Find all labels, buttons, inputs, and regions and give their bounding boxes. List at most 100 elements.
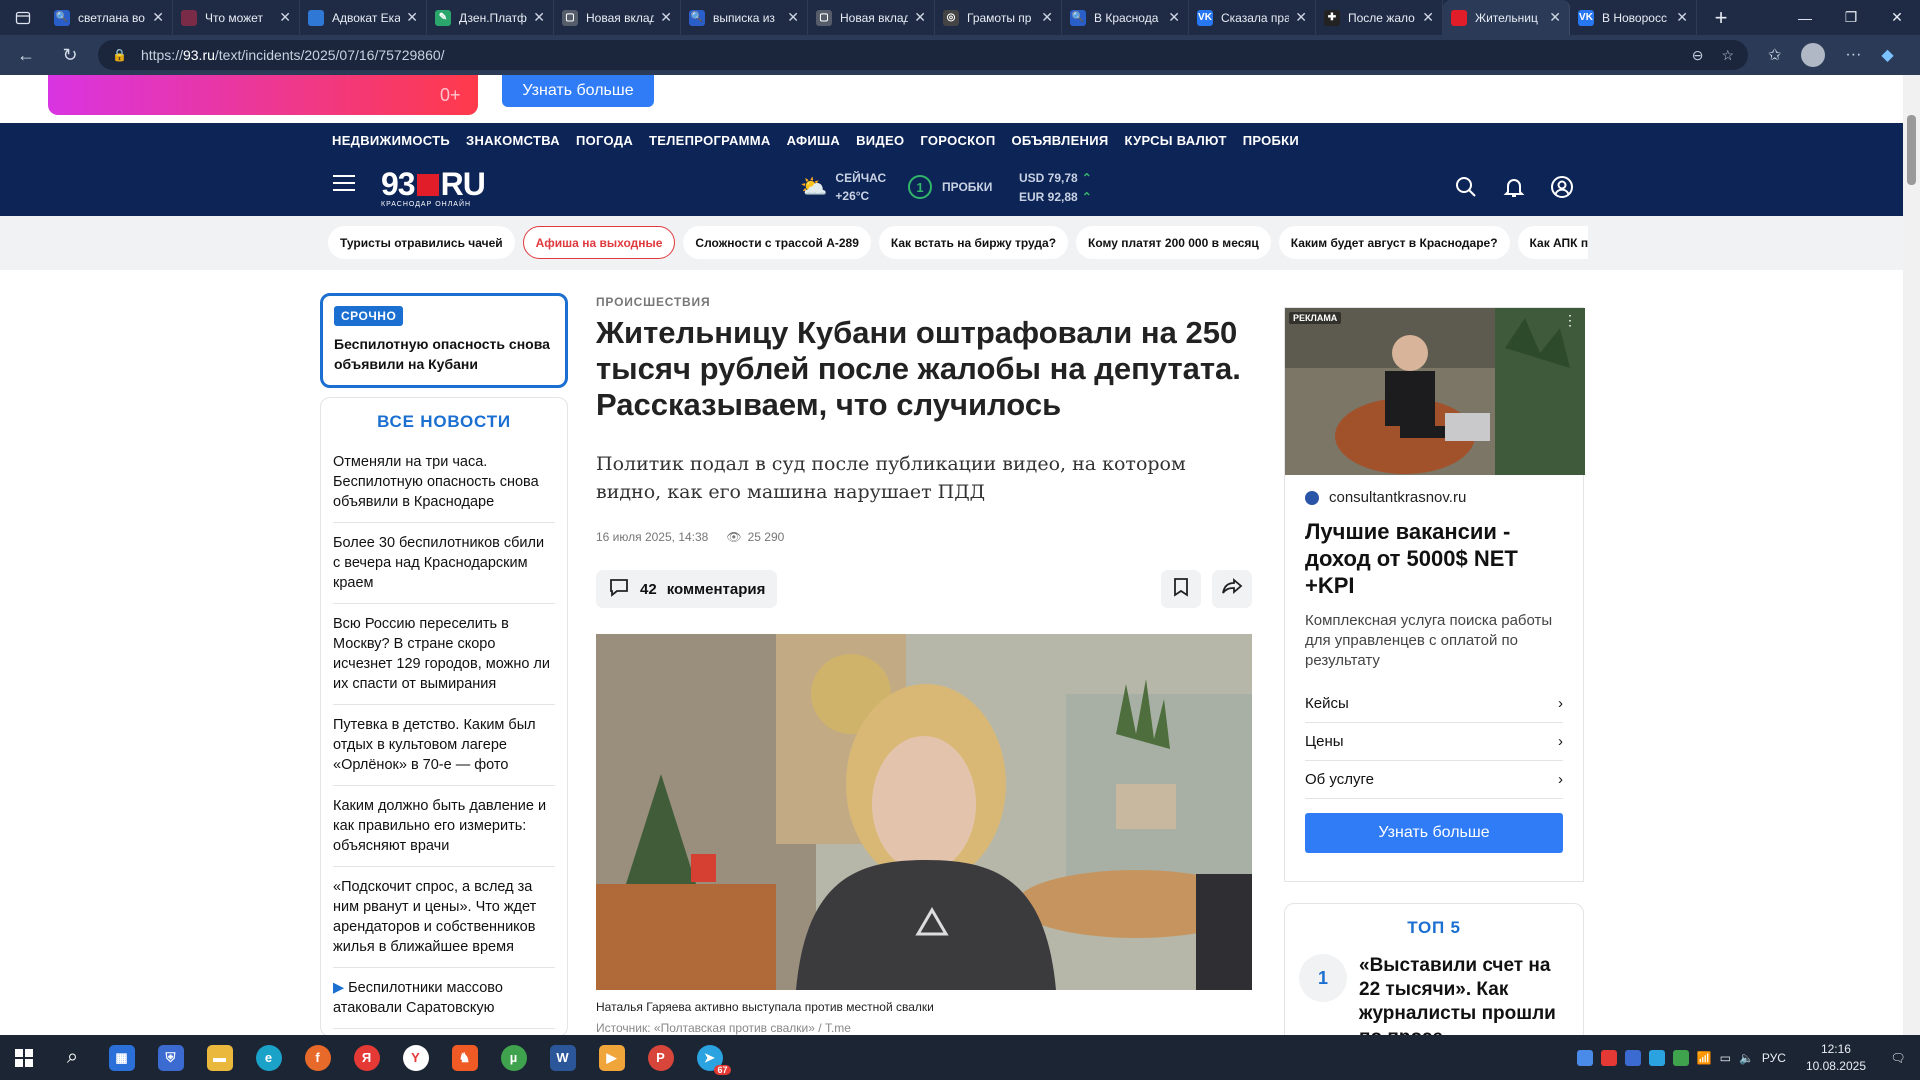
topic-chip[interactable]: Сложности с трассой А-289: [683, 226, 871, 259]
search-taskbar-icon[interactable]: ⌕: [48, 1035, 97, 1080]
url-field[interactable]: 🔒 https://93.ru/text/incidents/2025/07/1…: [98, 40, 1748, 70]
browser-tab[interactable]: VK В Новоросс ✕: [1570, 0, 1697, 35]
tab-close-icon[interactable]: ✕: [1676, 9, 1688, 26]
browser-tab[interactable]: ✎ Дзен.Платф ✕: [427, 0, 554, 35]
topic-chip[interactable]: Афиша на выходные: [522, 226, 676, 259]
tab-close-icon[interactable]: ✕: [406, 9, 418, 26]
clock[interactable]: 12:16 10.08.2025: [1806, 1041, 1866, 1075]
pikabu-icon[interactable]: P: [636, 1035, 685, 1080]
read-aloud-icon[interactable]: ⊖: [1692, 47, 1704, 64]
tab-close-icon[interactable]: ✕: [152, 9, 164, 26]
copilot-icon[interactable]: ◆: [1881, 45, 1893, 65]
browser-tab[interactable]: 🔍 выписка из ✕: [681, 0, 808, 35]
topic-chip[interactable]: Кому платят 200 000 в месяц: [1076, 226, 1271, 259]
top-nav-link[interactable]: ОБЪЯВЛЕНИЯ: [1011, 133, 1108, 148]
ad-domain[interactable]: consultantkrasnov.ru: [1305, 489, 1563, 506]
ad-title[interactable]: Лучшие вакансии - доход от 5000$ NET +KP…: [1305, 518, 1563, 599]
browser-tab[interactable]: Жительниц ✕: [1443, 0, 1570, 35]
yandex-icon[interactable]: Я: [342, 1035, 391, 1080]
restore-icon[interactable]: ❐: [1828, 0, 1874, 35]
close-window-icon[interactable]: ✕: [1874, 0, 1920, 35]
tray-app-icon[interactable]: [1624, 1049, 1641, 1066]
site-logo[interactable]: 93 RU КРАСНОДАР ОНЛАЙН: [381, 166, 486, 208]
tab-close-icon[interactable]: ✕: [1295, 9, 1307, 26]
browser-tab[interactable]: 🔍 светлана во ✕: [46, 0, 173, 35]
news-list-item[interactable]: «Подскочит спрос, а вслед за ним рванут …: [333, 867, 555, 968]
bell-icon[interactable]: [1502, 175, 1526, 199]
edge-icon[interactable]: e: [244, 1035, 293, 1080]
news-list-item[interactable]: Отменяли на три часа. Беспилотную опасно…: [333, 442, 555, 523]
news-list-item[interactable]: Каким должно быть давление и как правиль…: [333, 786, 555, 867]
tray-app-icon[interactable]: [1648, 1049, 1665, 1066]
photo-source[interactable]: Источник: «Полтавская против свалки» / T…: [596, 1021, 851, 1035]
scrollbar-thumb[interactable]: [1907, 115, 1916, 185]
browser-tab[interactable]: Адвокат Ека ✕: [300, 0, 427, 35]
favorites-icon[interactable]: ✩: [1768, 45, 1781, 65]
tab-close-icon[interactable]: ✕: [787, 9, 799, 26]
promo-learn-more-button[interactable]: Узнать больше: [502, 75, 654, 107]
news-list-item[interactable]: Всю Россию переселить в Москву? В стране…: [333, 604, 555, 705]
store-icon[interactable]: ▦: [97, 1035, 146, 1080]
bookmark-button[interactable]: [1161, 570, 1201, 608]
ad-link[interactable]: Цены ›: [1305, 723, 1563, 761]
volume-icon[interactable]: 🔈: [1739, 1051, 1754, 1065]
browser-tab[interactable]: VK Сказала пра ✕: [1189, 0, 1316, 35]
refresh-icon[interactable]: ↻: [52, 37, 88, 73]
utorrent-icon[interactable]: µ: [489, 1035, 538, 1080]
tab-close-icon[interactable]: ✕: [1422, 9, 1434, 26]
top-nav-link[interactable]: НЕДВИЖИМОСТЬ: [332, 133, 450, 148]
ad-learn-more-button[interactable]: Узнать больше: [1305, 813, 1563, 853]
battery-icon[interactable]: ▭: [1720, 1051, 1731, 1065]
comments-button[interactable]: 42 комментария: [596, 570, 778, 608]
news-list-item[interactable]: ▶ Беспилотники массово атаковали Саратовс…: [333, 968, 555, 1029]
top-nav-link[interactable]: ПОГОДА: [576, 133, 633, 148]
tab-close-icon[interactable]: ✕: [533, 9, 545, 26]
new-tab-button[interactable]: +: [1703, 0, 1739, 35]
language-indicator[interactable]: РУС: [1762, 1051, 1786, 1065]
topic-chip[interactable]: Как АПК перезапу: [1517, 226, 1588, 259]
ad-menu-icon[interactable]: ⋮: [1563, 312, 1577, 329]
topic-chip[interactable]: Каким будет август в Краснодаре?: [1278, 226, 1510, 259]
file-explorer-icon[interactable]: ▬: [195, 1035, 244, 1080]
article-rubric[interactable]: ПРОИСШЕСТВИЯ: [596, 295, 710, 309]
top-nav-link[interactable]: ПРОБКИ: [1243, 133, 1299, 148]
word-icon[interactable]: W: [538, 1035, 587, 1080]
tray-app-icon[interactable]: [1672, 1049, 1689, 1066]
browser-tab[interactable]: Что может ✕: [173, 0, 300, 35]
top5-item[interactable]: 1 «Выставили счет на 22 тысячи». Как жур…: [1299, 954, 1569, 1035]
top-nav-link[interactable]: КУРСЫ ВАЛЮТ: [1125, 133, 1227, 148]
browser-tab[interactable]: ▢ Новая вклад ✕: [554, 0, 681, 35]
tab-close-icon[interactable]: ✕: [279, 9, 291, 26]
search-icon[interactable]: [1454, 175, 1478, 199]
ad-link[interactable]: Об услуге ›: [1305, 761, 1563, 799]
tab-close-icon[interactable]: ✕: [1041, 9, 1053, 26]
topic-chip[interactable]: Туристы отравились чачей: [328, 226, 515, 259]
top-nav-link[interactable]: ТЕЛЕПРОГРАММА: [649, 133, 771, 148]
tab-close-icon[interactable]: ✕: [660, 9, 672, 26]
profile-avatar[interactable]: [1801, 43, 1826, 67]
browser-tab[interactable]: ▢ Новая вклад ✕: [808, 0, 935, 35]
page-scrollbar[interactable]: [1903, 75, 1920, 1035]
top-nav-link[interactable]: ВИДЕО: [856, 133, 904, 148]
news-list-item[interactable]: Более 30 беспилотников сбили с вечера на…: [333, 523, 555, 604]
notification-center-icon[interactable]: 🗨: [1886, 1046, 1910, 1070]
start-button[interactable]: [0, 1035, 48, 1080]
hamburger-menu-icon[interactable]: [333, 175, 355, 196]
firefox-icon[interactable]: f: [293, 1035, 342, 1080]
menu-dots-icon[interactable]: ···: [1845, 46, 1861, 64]
yandex-browser-icon[interactable]: Y: [391, 1035, 440, 1080]
browser-tab[interactable]: ✚ После жало ✕: [1316, 0, 1443, 35]
tab-close-icon[interactable]: ✕: [914, 9, 926, 26]
back-icon[interactable]: ←: [8, 37, 44, 73]
ad-image[interactable]: РЕКЛАМА ⋮: [1285, 308, 1585, 475]
favorite-star-icon[interactable]: ☆: [1721, 47, 1734, 64]
telegram-icon[interactable]: ➤ 67: [685, 1035, 734, 1080]
tab-actions-icon[interactable]: [0, 0, 46, 35]
weather-widget[interactable]: ⛅ СЕЙЧАС +26°C: [800, 169, 886, 205]
wifi-icon[interactable]: 📶: [1697, 1051, 1712, 1065]
ad-link[interactable]: Кейсы ›: [1305, 685, 1563, 723]
promo-graphic[interactable]: [48, 75, 478, 115]
urgent-news-card[interactable]: СРОЧНО Беспилотную опасность снова объяв…: [320, 293, 568, 388]
top-nav-link[interactable]: ГОРОСКОП: [920, 133, 995, 148]
article-photo[interactable]: [596, 634, 1252, 990]
